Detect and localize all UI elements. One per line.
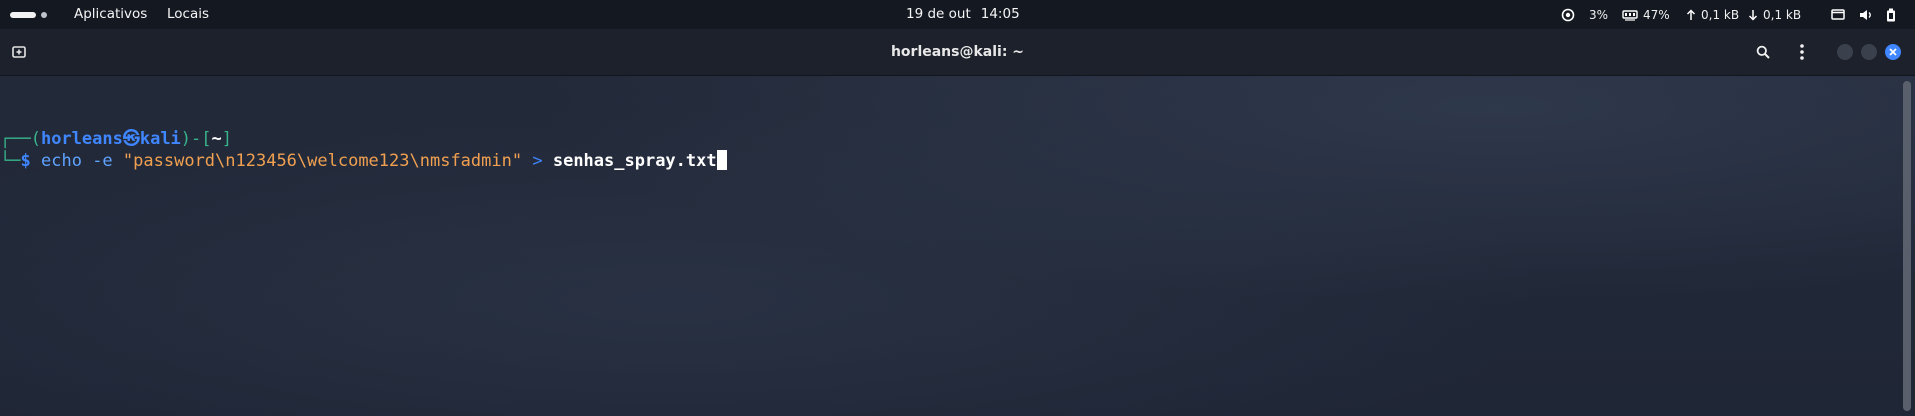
window-headerbar[interactable]: horleans@kali: ~: [0, 29, 1915, 76]
maximize-button[interactable]: [1861, 44, 1877, 60]
new-tab-button[interactable]: [6, 39, 32, 65]
command-redirect: >: [532, 151, 543, 171]
prompt-host-symbol: ㉿: [122, 129, 140, 149]
display-indicator[interactable]: [1831, 0, 1845, 29]
new-tab-icon: [12, 46, 26, 58]
cpu-icon: [1561, 8, 1575, 21]
prompt-corner: └─: [0, 151, 21, 171]
prompt-line-2: └─$ echo -e "password\n123456\welcome123…: [0, 150, 727, 172]
workspace-active-indicator: [10, 12, 36, 18]
places-menu[interactable]: Locais: [167, 0, 209, 29]
window-title: horleans@kali: ~: [890, 44, 1025, 60]
menu-button[interactable]: [1789, 39, 1815, 65]
prompt-close: ]: [221, 129, 233, 149]
clock-date: 19 de out: [906, 6, 971, 22]
upload-value: 0,1 kB: [1701, 7, 1740, 22]
cpu-indicator[interactable]: 3%: [1561, 0, 1608, 29]
command-name: echo: [40, 151, 82, 171]
prompt-open: ┌──(: [0, 129, 41, 149]
prompt-mid: )-[: [180, 129, 212, 149]
memory-indicator[interactable]: 47%: [1622, 0, 1670, 29]
volume-icon: [1860, 9, 1871, 20]
terminal-content[interactable]: ┌──(horleans㉿kali)-[~] └─$ echo -e "pass…: [0, 76, 1900, 416]
top-panel: Aplicativos Locais 19 de out 14:05 3% 47%…: [0, 0, 1915, 29]
text-cursor: [716, 150, 727, 170]
download-arrow-icon: [1748, 9, 1758, 21]
command-flag: -e: [92, 151, 113, 171]
prompt-char: $: [20, 151, 31, 171]
volume-indicator[interactable]: [1859, 0, 1873, 29]
display-icon: [1831, 8, 1845, 20]
cpu-value: 3%: [1589, 7, 1609, 22]
menu-icon: [1800, 44, 1804, 60]
battery-icon: [1887, 8, 1895, 21]
scrollbar[interactable]: [1903, 81, 1911, 411]
command-argument: "password\n123456\welcome123\nmsfadmin": [122, 151, 523, 171]
command-target-file: senhas_spray.txt: [552, 151, 717, 171]
clock[interactable]: 19 de out 14:05: [906, 0, 1020, 29]
download-value: 0,1 kB: [1763, 7, 1802, 22]
prompt-user: horleans: [40, 129, 123, 149]
prompt-cwd: ~: [211, 129, 222, 149]
download-indicator[interactable]: 0,1 kB: [1748, 0, 1801, 29]
prompt-line-1: ┌──(horleans㉿kali)-[~]: [0, 128, 232, 150]
prompt-host: kali: [139, 129, 181, 149]
memory-value: 47%: [1643, 7, 1670, 22]
search-button[interactable]: [1750, 39, 1776, 65]
search-icon: [1756, 45, 1770, 59]
close-button[interactable]: [1885, 44, 1901, 60]
clock-time: 14:05: [980, 6, 1020, 22]
workspace-indicator: [41, 12, 47, 18]
close-icon: [1889, 48, 1897, 56]
apps-menu[interactable]: Aplicativos: [74, 0, 147, 29]
battery-indicator[interactable]: [1886, 0, 1896, 29]
activities-button[interactable]: [10, 12, 47, 18]
minimize-button[interactable]: [1837, 44, 1853, 60]
upload-arrow-icon: [1686, 8, 1696, 20]
terminal-window: horleans@kali: ~ ┌──(horleans㉿kali)-[~] …: [0, 29, 1915, 416]
upload-indicator[interactable]: 0,1 kB: [1686, 0, 1739, 29]
memory-icon: [1622, 9, 1638, 21]
